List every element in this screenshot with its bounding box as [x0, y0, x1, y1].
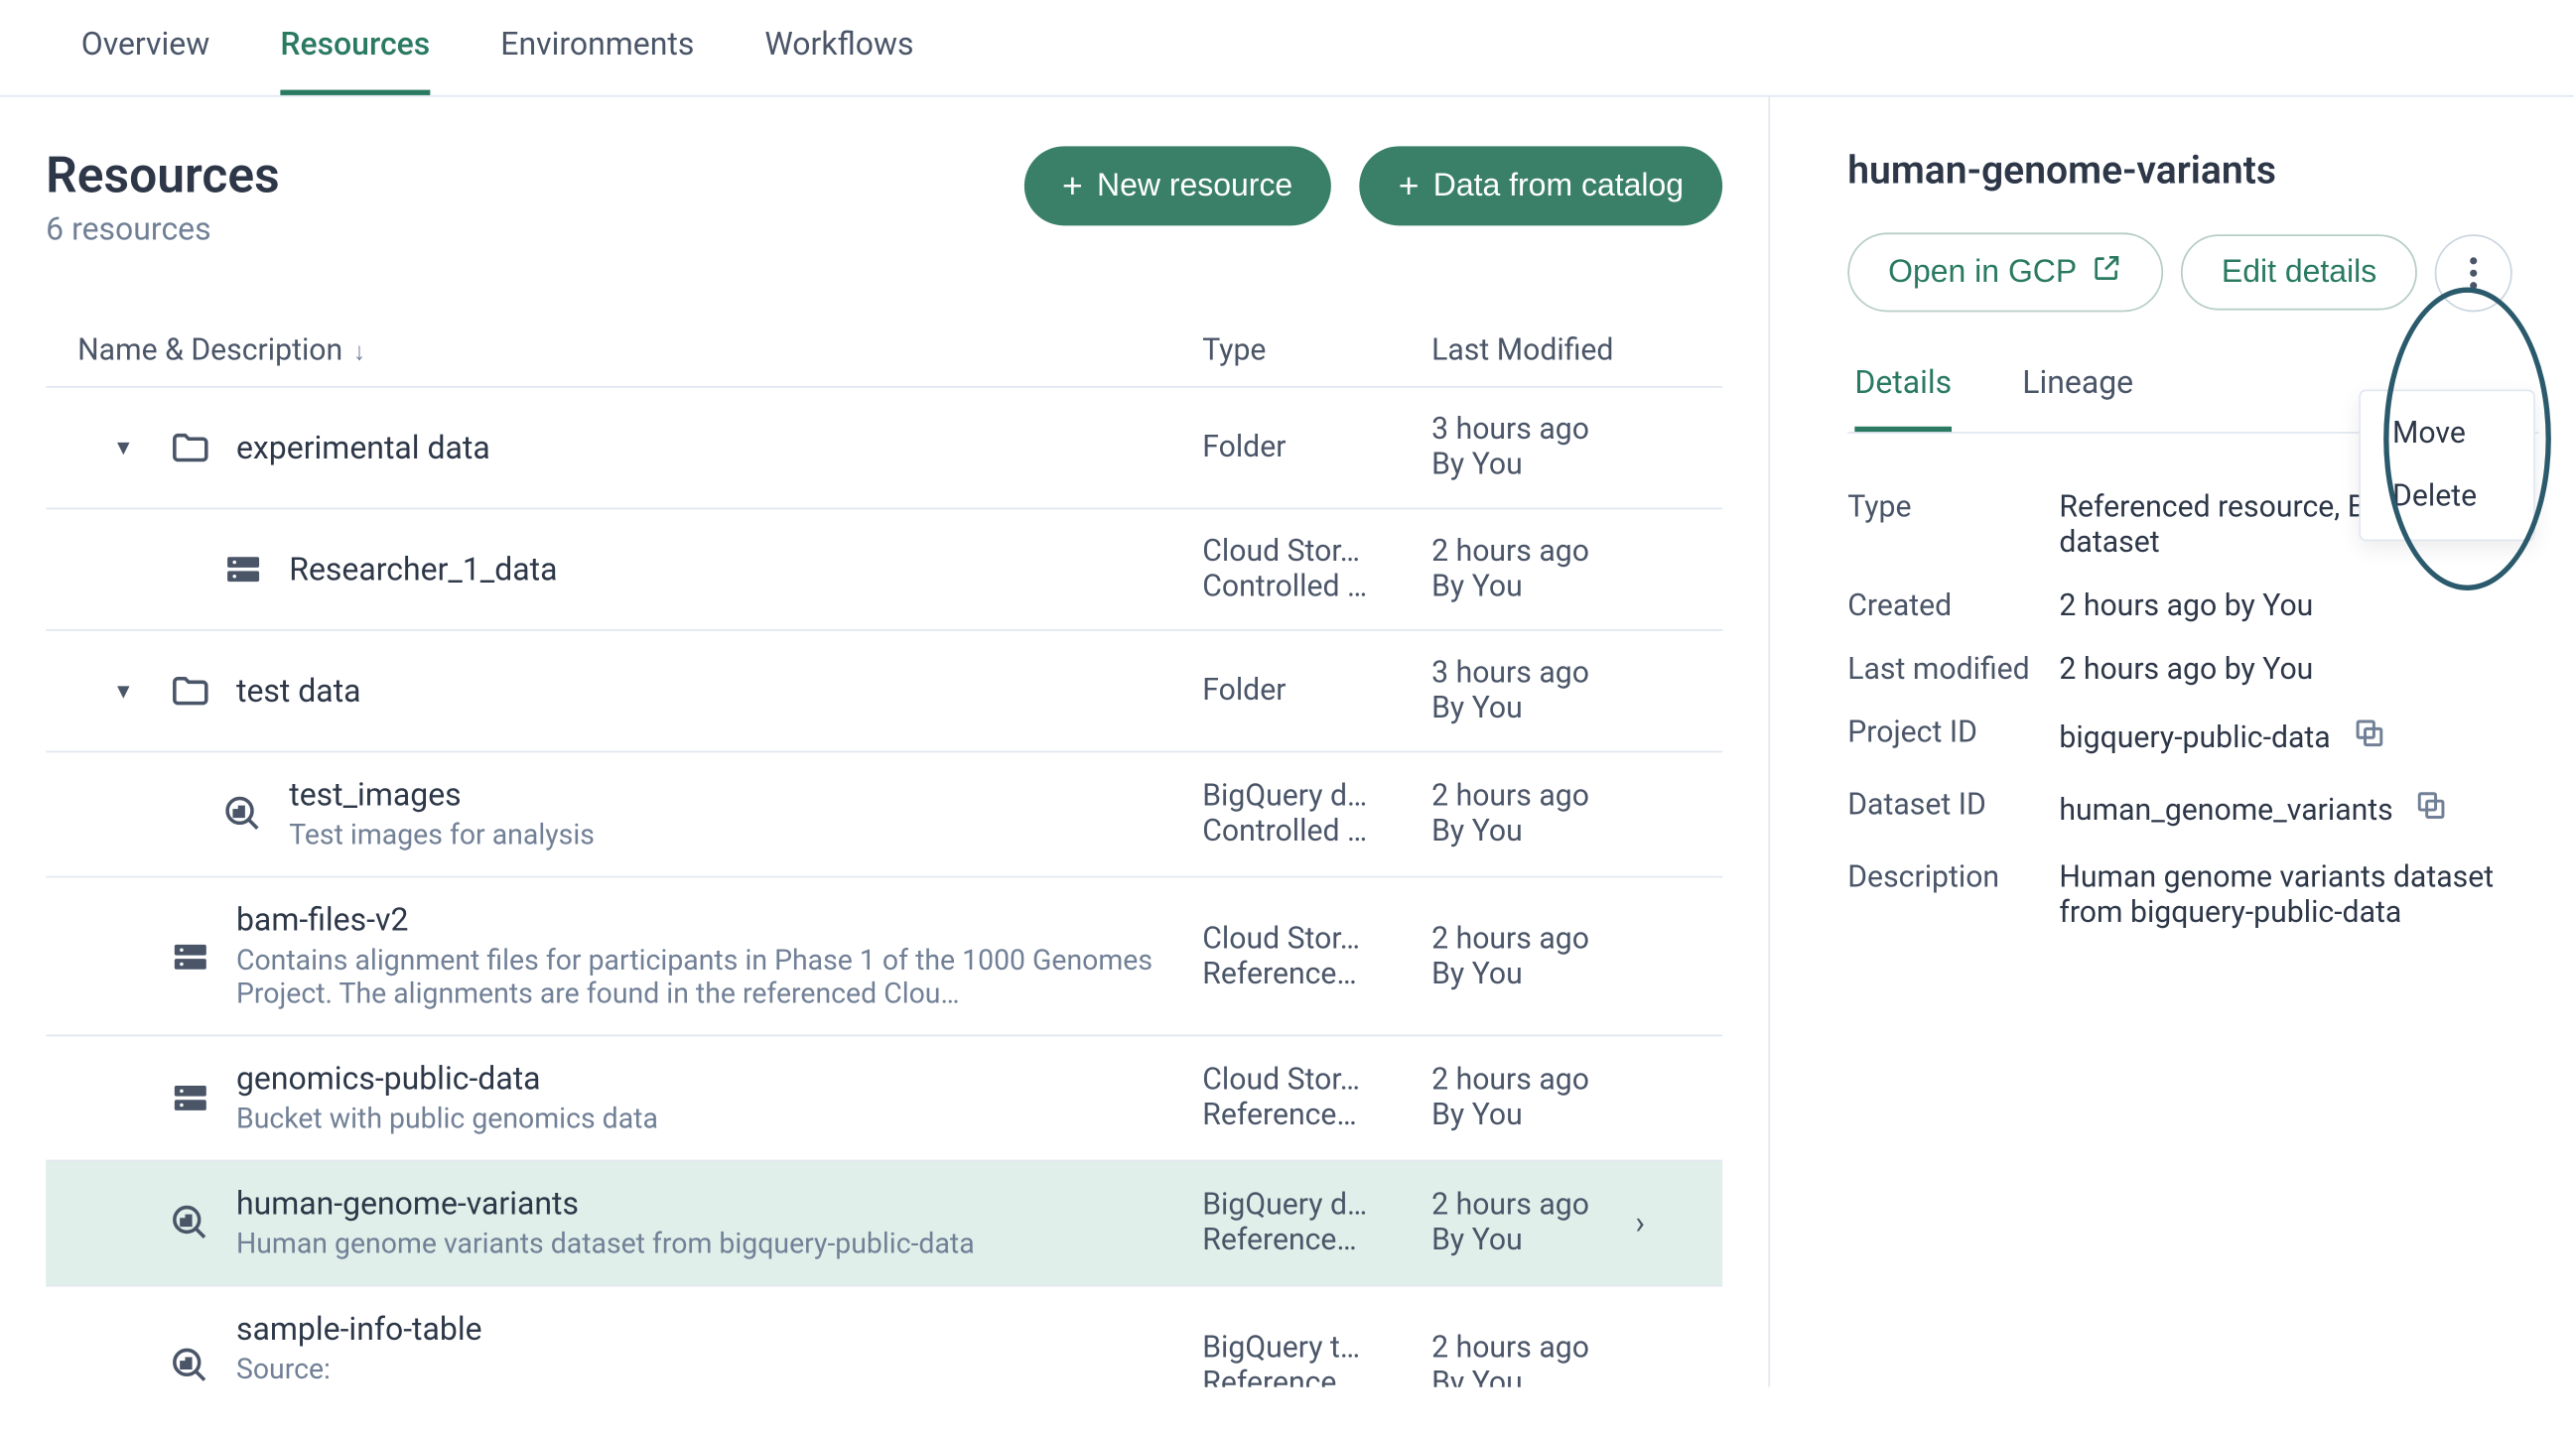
table-row[interactable]: ▼test dataFolder3 hours agoBy You	[46, 631, 1722, 753]
resource-modified: 2 hours agoBy You	[1431, 921, 1749, 991]
resource-name: Researcher_1_data	[289, 551, 1181, 587]
caret-down-icon[interactable]: ▼	[113, 436, 134, 460]
new-resource-button[interactable]: + New resource	[1023, 146, 1331, 225]
resource-count: 6 resources	[46, 211, 280, 248]
table-row[interactable]: bam-files-v2 Contains alignment files for…	[46, 877, 1722, 1036]
column-modified-header[interactable]: Last Modified	[1431, 333, 1749, 369]
sort-arrow-down-icon: ↓	[353, 335, 365, 365]
edit-details-button[interactable]: Edit details	[2181, 234, 2417, 310]
resource-description: Bucket with public genomics data	[236, 1102, 1181, 1135]
external-link-icon	[2091, 252, 2122, 293]
bigquery-icon	[169, 1344, 235, 1386]
menu-item-move[interactable]: Move	[2361, 402, 2533, 465]
resources-table: Name & Description ↓ Type Last Modified …	[46, 316, 1722, 1387]
column-type-header[interactable]: Type	[1202, 333, 1431, 369]
caret-down-icon[interactable]: ▼	[113, 679, 134, 704]
resource-description: Contains alignment files for participant…	[236, 943, 1181, 1009]
resource-type: Folder	[1202, 430, 1431, 465]
column-name-label: Name & Description	[77, 333, 342, 369]
field-label-description: Description	[1847, 860, 2059, 931]
new-resource-label: New resource	[1097, 168, 1292, 204]
page-title: Resources	[46, 146, 280, 204]
resource-modified: 2 hours agoBy You	[1431, 779, 1749, 849]
dots-vertical-icon	[2470, 256, 2477, 288]
bigquery-icon	[169, 1202, 235, 1244]
resource-type: Cloud Stor…Controlled …	[1202, 534, 1431, 604]
resource-modified: 2 hours agoBy You	[1431, 1188, 1749, 1258]
storage-icon	[169, 1077, 235, 1119]
resource-type: BigQuery d…Reference…	[1202, 1188, 1431, 1258]
top-nav-tabs: Overview Resources Environments Workflow…	[0, 0, 2574, 97]
table-row[interactable]: test_images Test images for analysis BigQu…	[46, 752, 1722, 877]
folder-icon	[169, 670, 235, 713]
bigquery-icon	[222, 793, 289, 836]
resource-type: Folder	[1202, 673, 1431, 709]
resource-modified: 2 hours agoBy You	[1431, 534, 1749, 604]
table-row[interactable]: sample-info-table Source: http://ftp.1000…	[46, 1286, 1722, 1386]
resource-name: sample-info-table	[236, 1311, 1181, 1348]
field-value-modified: 2 hours ago by You	[2059, 652, 2313, 688]
tab-workflows[interactable]: Workflows	[764, 0, 913, 95]
chevron-right-icon: ›	[1635, 1205, 1645, 1241]
resource-name: genomics-public-data	[236, 1061, 1181, 1098]
resource-name: human-genome-variants	[236, 1186, 1181, 1223]
resource-modified: 2 hours agoBy You	[1431, 1330, 1749, 1387]
menu-item-delete[interactable]: Delete	[2361, 465, 2533, 529]
open-in-gcp-label: Open in GCP	[1888, 254, 2077, 291]
resource-type: Cloud Stor…Reference…	[1202, 1063, 1431, 1133]
storage-icon	[169, 935, 235, 978]
field-value-description: Human genome variants dataset from bigqu…	[2059, 860, 2517, 931]
data-from-catalog-label: Data from catalog	[1433, 168, 1684, 204]
field-label-modified: Last modified	[1847, 652, 2059, 688]
detail-pane: human-genome-variants Open in GCP Edit d…	[1770, 97, 2574, 1387]
resource-description: Source: http://ftp.1000genomes.ebi.ac.uk…	[236, 1352, 1181, 1387]
resource-name: test data	[236, 673, 1181, 710]
tab-overview[interactable]: Overview	[81, 0, 210, 95]
resource-name: test_images	[289, 777, 1181, 814]
resource-description: Human genome variants dataset from bigqu…	[236, 1227, 1181, 1260]
resource-modified: 3 hours agoBy You	[1431, 656, 1749, 726]
table-row[interactable]: Researcher_1_data Cloud Stor…Controlled ……	[46, 509, 1722, 631]
resource-type: Cloud Stor…Reference…	[1202, 921, 1431, 991]
table-row[interactable]: genomics-public-data Bucket with public g…	[46, 1036, 1722, 1161]
more-actions-menu: Move Delete	[2359, 389, 2535, 541]
resource-name: experimental data	[236, 429, 1181, 465]
table-row[interactable]: ▼experimental dataFolder3 hours agoBy Yo…	[46, 388, 1722, 510]
resource-description: Test images for analysis	[289, 818, 1181, 851]
resource-name: bam-files-v2	[236, 902, 1181, 939]
field-label-dataset-id: Dataset ID	[1847, 788, 2059, 832]
field-label-type: Type	[1847, 490, 2059, 561]
folder-icon	[169, 427, 235, 469]
plus-icon: +	[1062, 169, 1083, 204]
resource-type: BigQuery d…Controlled …	[1202, 779, 1431, 849]
copy-icon[interactable]	[2352, 716, 2387, 759]
resource-modified: 3 hours agoBy You	[1431, 413, 1749, 483]
resource-type: BigQuery t…Reference…	[1202, 1330, 1431, 1387]
detail-title: human-genome-variants	[1847, 150, 2538, 194]
copy-icon[interactable]	[2414, 788, 2450, 832]
storage-icon	[222, 548, 289, 590]
more-actions-button[interactable]	[2435, 233, 2512, 311]
open-in-gcp-button[interactable]: Open in GCP	[1847, 232, 2163, 312]
field-label-created: Created	[1847, 588, 2059, 624]
field-label-project-id: Project ID	[1847, 716, 2059, 759]
column-name-header[interactable]: Name & Description ↓	[77, 333, 1202, 369]
detail-tab-details[interactable]: Details	[1854, 365, 1952, 432]
data-from-catalog-button[interactable]: + Data from catalog	[1360, 146, 1722, 225]
table-row[interactable]: human-genome-variants Human genome varian…	[46, 1161, 1722, 1286]
edit-details-label: Edit details	[2222, 254, 2376, 291]
detail-fields: Type Referenced resource, BigQuery datas…	[1847, 476, 2538, 945]
tab-environments[interactable]: Environments	[500, 0, 694, 95]
field-value-project-id: bigquery-public-data	[2059, 719, 2330, 755]
resources-pane: Resources 6 resources + New resource + D…	[0, 97, 1770, 1387]
table-header: Name & Description ↓ Type Last Modified	[46, 316, 1722, 388]
resource-modified: 2 hours agoBy You	[1431, 1063, 1749, 1133]
field-value-created: 2 hours ago by You	[2059, 588, 2313, 624]
tab-resources[interactable]: Resources	[280, 0, 430, 95]
field-value-dataset-id: human_genome_variants	[2059, 792, 2392, 828]
plus-icon: +	[1399, 169, 1420, 204]
detail-tab-lineage[interactable]: Lineage	[2022, 365, 2133, 432]
